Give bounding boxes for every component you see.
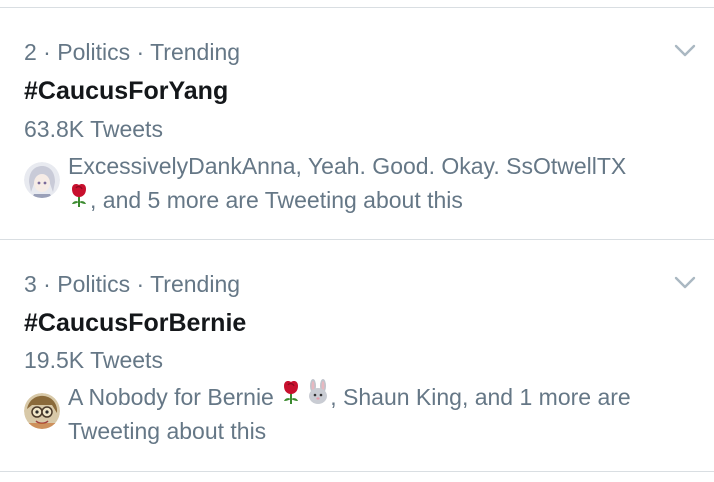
trend-hashtag[interactable]: #CaucusForYang [24,76,228,106]
trend-context: A Nobody for Bernie , Shaun King, and 1 … [68,379,696,448]
trend-tweet-count: 63.8K Tweets [24,116,163,142]
context-line: , and 5 more are Tweeting about this [68,183,696,217]
chevron-down-icon[interactable] [674,276,696,290]
trend-item[interactable]: 3 · Politics · Trending #CaucusForBernie… [0,240,714,471]
avatar [24,393,60,429]
anime-avatar-icon [24,162,60,198]
chevron-down-icon[interactable] [674,44,696,58]
trend-item[interactable]: 2 · Politics · Trending #CaucusForYang 6… [0,8,714,239]
trend-hashtag[interactable]: #CaucusForBernie [24,308,246,338]
context-text: , Shaun King, and 1 more are [330,384,631,410]
context-line: ExcessivelyDankAnna, Yeah. Good. Okay. S… [68,153,627,179]
rose-emoji-icon [68,182,90,217]
cartoon-avatar-icon [24,393,60,429]
context-line: A Nobody for Bernie , Shaun King, and 1 … [68,379,696,414]
trend-tweet-count: 19.5K Tweets [24,347,163,373]
rose-emoji-icon [280,379,302,414]
context-text: , and 5 more are Tweeting about this [90,187,463,213]
divider [0,471,714,472]
context-line: Tweeting about this [68,418,267,445]
trend-meta: 3 · Politics · Trending [24,271,241,297]
context-name[interactable]: A Nobody for Bernie [68,384,274,410]
trend-context: ExcessivelyDankAnna, Yeah. Good. Okay. S… [68,149,696,217]
trend-meta: 2 · Politics · Trending [24,39,241,65]
rabbit-emoji-icon [306,379,330,414]
avatar [24,162,60,198]
